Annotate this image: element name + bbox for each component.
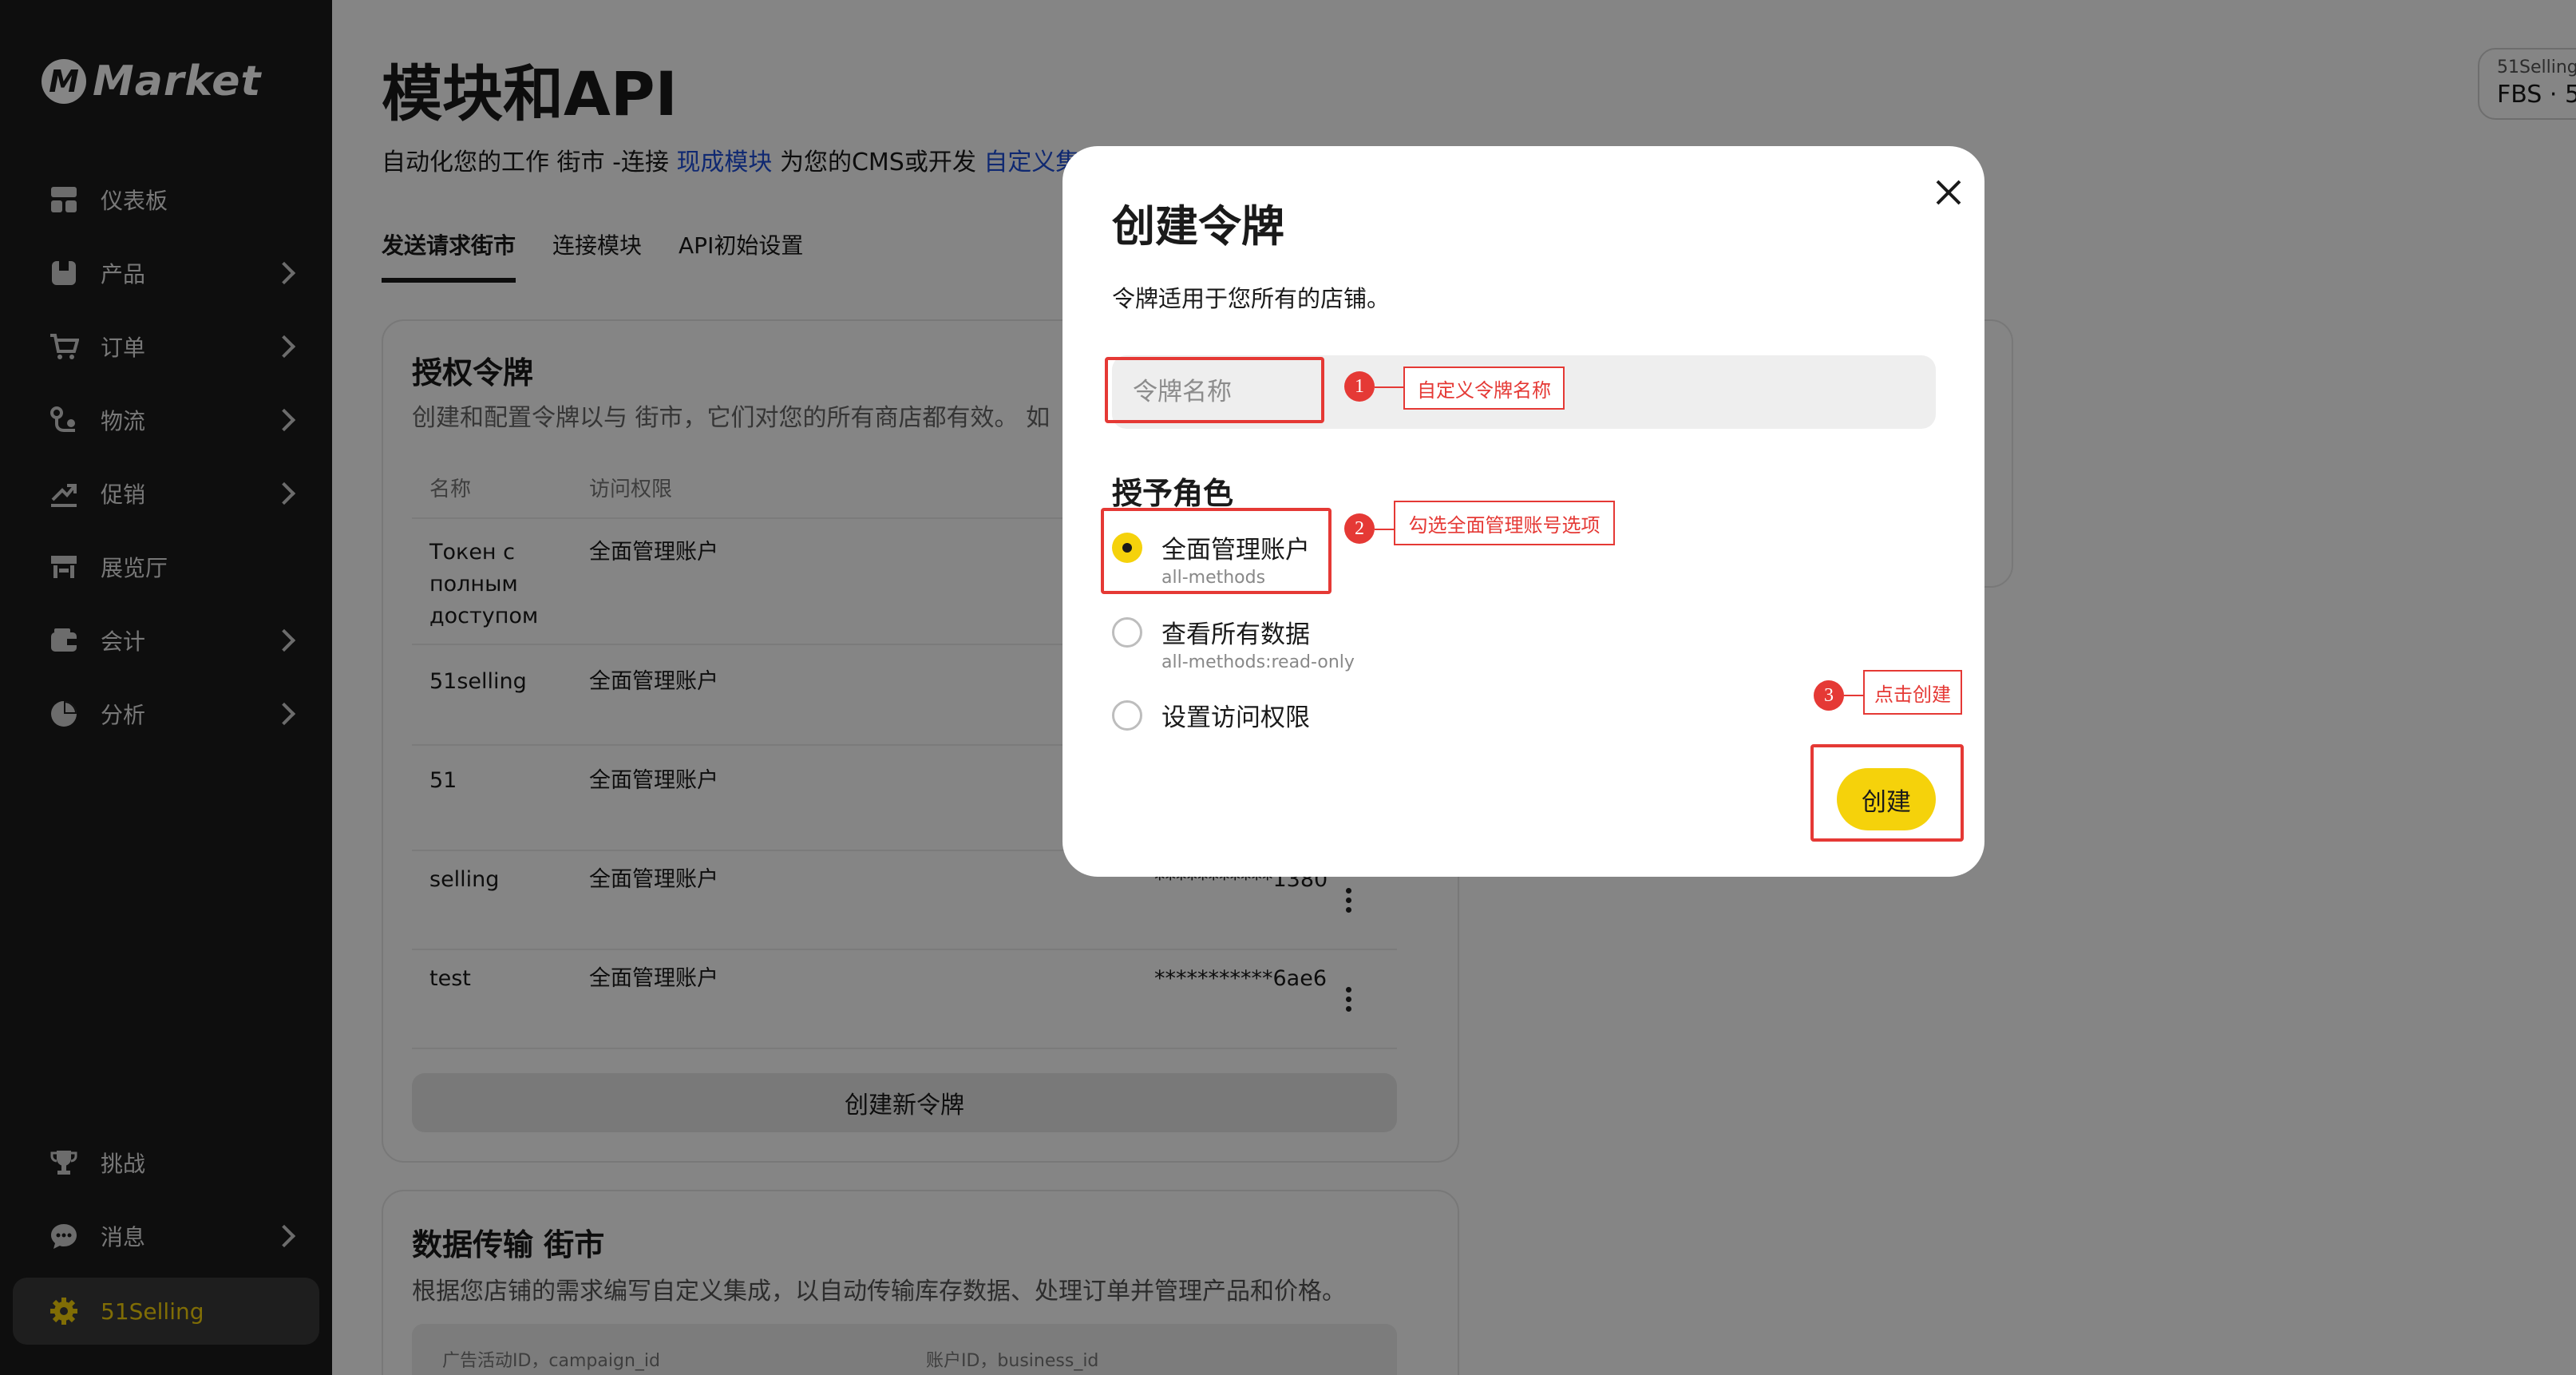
annotation-label: 点击创建: [1863, 670, 1962, 715]
annotation-highlight-input: [1105, 357, 1324, 423]
annotation-connector: [1844, 695, 1863, 696]
close-button[interactable]: [1925, 168, 1973, 216]
annotation-number: 1: [1344, 371, 1375, 402]
annotation-connector: [1375, 529, 1394, 530]
modal-desc: 令牌适用于您所有的店铺。: [1112, 285, 1391, 312]
radio-unchecked[interactable]: [1112, 617, 1142, 648]
annotation-label: 自定义令牌名称: [1403, 367, 1565, 410]
annotation-number: 2: [1344, 513, 1375, 544]
annotation-highlight-create: [1810, 744, 1964, 842]
role-label: 设置访问权限: [1161, 703, 1310, 732]
annotation-highlight-role: [1101, 508, 1332, 594]
annotation-label: 勾选全面管理账号选项: [1394, 501, 1615, 545]
radio-unchecked[interactable]: [1112, 700, 1142, 731]
modal-title: 创建令牌: [1112, 201, 1284, 252]
role-sub: all-methods:read-only: [1161, 652, 1355, 672]
close-icon: [1936, 180, 1961, 205]
role-title: 授予角色: [1112, 476, 1234, 511]
annotation-number: 3: [1814, 680, 1844, 711]
role-label: 查看所有数据: [1161, 620, 1310, 649]
annotation-connector: [1375, 386, 1403, 388]
